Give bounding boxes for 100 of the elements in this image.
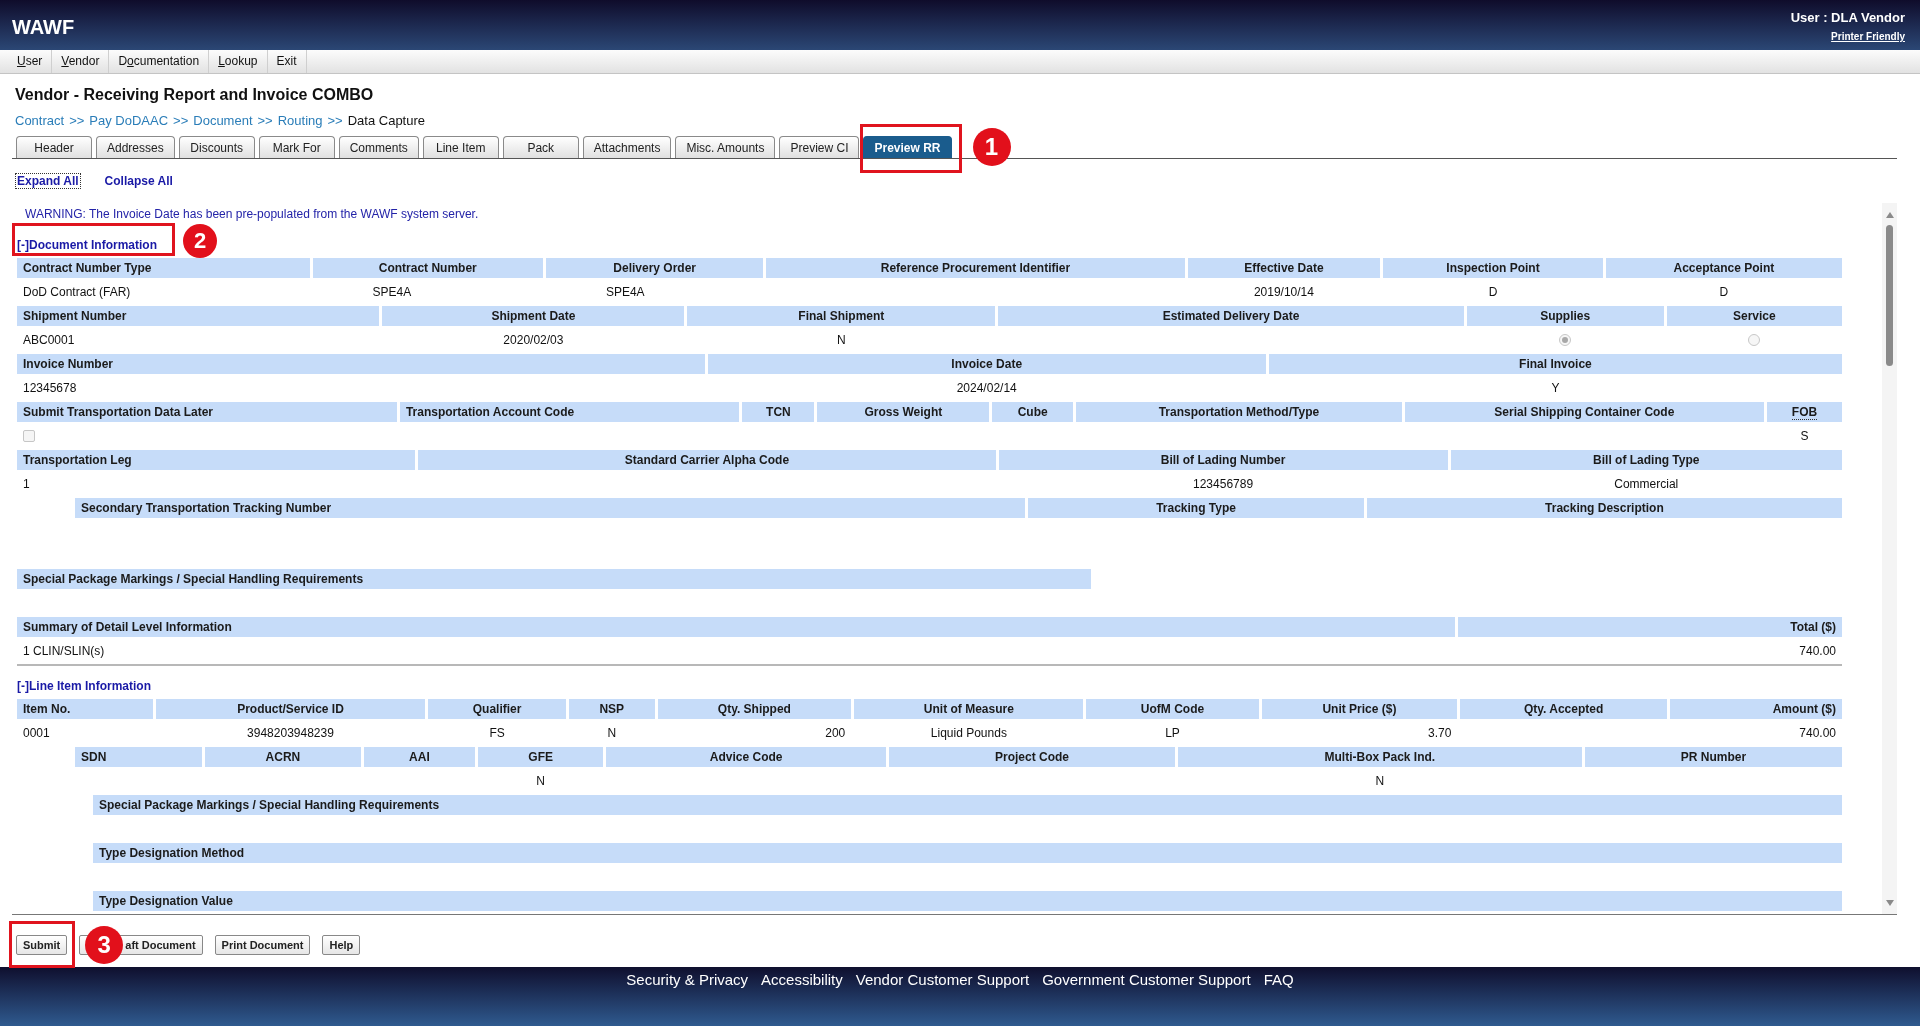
column-header: Bill of Lading Number [998, 450, 1448, 470]
section-toggle-link[interactable]: [-]Line Item Information [17, 679, 151, 693]
radio-button[interactable] [1559, 334, 1572, 346]
step-marker: 1 [972, 128, 1011, 166]
column-header: Tracking Type [1028, 498, 1364, 518]
footer-link[interactable]: FAQ [1263, 971, 1294, 1026]
column-header: Shipment Number [17, 306, 380, 326]
column-header: Shipment Date [382, 306, 685, 326]
column-header: Contract Number Type [17, 258, 310, 278]
table-cell: 2019/10/14 [1253, 284, 1314, 300]
column-header: Serial Shipping Container Code [1404, 402, 1764, 422]
column-header: Special Package Markings / Special Handling Requirements [93, 795, 1842, 815]
column-header: AAI [363, 747, 476, 767]
radio-button[interactable] [1748, 334, 1761, 346]
menu-item[interactable]: Vendor [52, 50, 110, 73]
table-cell: N [536, 773, 546, 789]
tab[interactable]: Comments [338, 136, 419, 158]
breadcrumb-separator: >> [173, 113, 189, 129]
column-header: Secondary Transportation Tracking Number [75, 498, 1026, 518]
scroll-up-icon[interactable] [1885, 212, 1894, 218]
page-title: Vendor - Receiving Report and Invoice COMBO [14, 85, 375, 105]
table-cell: Liquid Pounds [930, 725, 1007, 741]
tab[interactable]: Line Item [422, 136, 499, 158]
column-header: Acceptance Point [1605, 258, 1842, 278]
tab[interactable]: Preview RR [863, 136, 952, 158]
tab[interactable]: Discounts [178, 136, 255, 158]
printer-friendly-link[interactable]: Printer Friendly [1831, 31, 1905, 43]
table-cell: N [607, 725, 617, 741]
footer-link[interactable]: Accessibility [761, 971, 843, 1026]
table-cell: 740.00 [1799, 725, 1836, 741]
table-cell: 740.00 [1799, 643, 1836, 659]
column-header: Type Designation Method [93, 843, 1842, 863]
footer-link[interactable]: Government Customer Support [1042, 971, 1251, 1026]
table-cell: 3948203948239 [247, 725, 334, 741]
action-button[interactable]: Print Document [214, 935, 311, 955]
table-cell: S [1800, 428, 1809, 444]
column-header: Transportation Leg [17, 450, 416, 470]
column-header: Special Package Markings / Special Handling Requirements [17, 569, 1092, 589]
tab[interactable]: Mark For [258, 136, 335, 158]
breadcrumb-current: Data Capture [347, 113, 426, 129]
column-header: Estimated Delivery Date [998, 306, 1464, 326]
column-header: Gross Weight [817, 402, 990, 422]
column-header: Service [1666, 306, 1842, 326]
tab[interactable]: Header [16, 136, 92, 158]
view-toggle-link[interactable]: Collapse All [102, 173, 175, 189]
table-cell: DoD Contract (FAR) [23, 284, 131, 300]
breadcrumb-separator: >> [327, 113, 343, 129]
column-header: Project Code [889, 747, 1175, 767]
action-button[interactable]: Help [322, 935, 361, 955]
column-header: Contract Number [312, 258, 543, 278]
user-label: User : DLA Vendor [1790, 10, 1905, 26]
menu-item[interactable]: Exit [267, 50, 307, 73]
column-header: NSP [568, 699, 655, 719]
table-cell: 3.70 [1427, 725, 1452, 741]
column-header: Transportation Method/Type [1076, 402, 1402, 422]
column-header: Supplies [1466, 306, 1664, 326]
menu-item[interactable]: User [8, 50, 53, 73]
section-toggle-link[interactable]: [-]Document Information [17, 238, 157, 252]
column-header: Reference Procurement Identifier [766, 258, 1185, 278]
scroll-down-icon[interactable] [1885, 900, 1894, 906]
tab[interactable]: Misc. Amounts [675, 136, 776, 158]
app-logo: WAWF [12, 16, 75, 39]
column-header: Summary of Detail Level Information [17, 617, 1456, 637]
column-header: TCN [742, 402, 815, 422]
step-marker: 2 [183, 224, 217, 258]
breadcrumb-link[interactable]: Routing [277, 113, 323, 129]
tab[interactable]: Pack [502, 136, 579, 158]
action-button[interactable]: Submit [16, 935, 68, 955]
column-header: Cube [992, 402, 1074, 422]
breadcrumb-separator: >> [257, 113, 273, 129]
scrollbar[interactable] [1882, 203, 1897, 914]
column-header: Type Designation Value [93, 891, 1842, 911]
column-header: Tracking Description [1366, 498, 1842, 518]
column-header: Product/Service ID [155, 699, 426, 719]
column-header: Standard Carrier Alpha Code [418, 450, 996, 470]
view-toggle-link[interactable]: Expand All [15, 173, 81, 189]
menu-item[interactable]: Documentation [109, 50, 210, 73]
footer-link[interactable]: Vendor Customer Support [855, 971, 1030, 1026]
tab[interactable]: Attachments [582, 136, 672, 158]
table-cell: 123456789 [1193, 476, 1254, 492]
menu-item[interactable]: Lookup [209, 50, 268, 73]
table-cell: D [1488, 284, 1498, 300]
column-header: Transportation Account Code [399, 402, 740, 422]
table-cell: D [1719, 284, 1729, 300]
tab[interactable]: Preview CI [779, 136, 860, 158]
scrollbar-thumb[interactable] [1886, 225, 1893, 366]
breadcrumb-link[interactable]: Pay DoDAAC [89, 113, 169, 129]
breadcrumb-link[interactable]: Contract [15, 113, 65, 129]
table-cell: 1 [23, 476, 30, 492]
warning-message: WARNING: The Invoice Date has been pre-populated from the WAWF system server. [24, 207, 480, 221]
column-header: Advice Code [606, 747, 887, 767]
checkbox[interactable] [23, 430, 35, 442]
tab[interactable]: Addresses [96, 136, 175, 158]
breadcrumb-link[interactable]: Document [193, 113, 253, 129]
table-cell: SPE4A [372, 284, 412, 300]
column-header: Amount ($) [1669, 699, 1842, 719]
table-cell: 0001 [23, 725, 50, 741]
column-header: Total ($) [1458, 617, 1842, 637]
column-header: Final Shipment [687, 306, 996, 326]
footer-link[interactable]: Security & Privacy [626, 971, 749, 1026]
